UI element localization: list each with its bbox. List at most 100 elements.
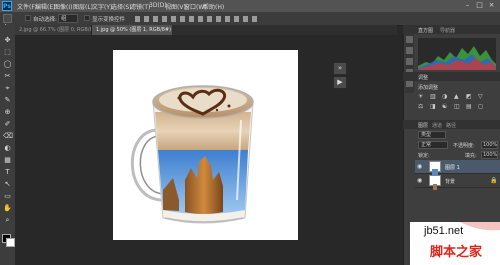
maximize-button[interactable]: □	[475, 1, 484, 10]
adjustment-icon[interactable]: ◻	[478, 103, 483, 110]
align-icon[interactable]	[225, 16, 230, 22]
adjustment-icon[interactable]: ☯	[442, 103, 447, 110]
tool-icon[interactable]: ◐	[3, 144, 12, 153]
menu-item[interactable]: 文字(Y)	[92, 2, 112, 11]
layer-thumbnail	[429, 175, 441, 190]
align-icon[interactable]	[135, 16, 140, 22]
show-transform-label: 显示变换控件	[92, 17, 126, 23]
menu-item[interactable]: 选择(S)	[111, 2, 132, 11]
layer-kind-label: 类型	[421, 132, 432, 138]
brush-icon[interactable]	[406, 58, 413, 65]
adjustments-title: 调整	[418, 75, 429, 81]
auto-select-value: 组	[61, 16, 67, 22]
align-icon[interactable]	[153, 16, 158, 22]
tool-icon[interactable]: ⌫	[3, 132, 13, 141]
adjustments-subtitle: 添加调整	[418, 85, 439, 91]
visibility-eye-icon[interactable]: ◉	[417, 177, 422, 184]
tool-icon[interactable]: ✎	[3, 96, 12, 105]
menu-item[interactable]: 图像(I)	[54, 2, 72, 11]
move-tool-preset-icon[interactable]	[3, 14, 12, 29]
align-icon[interactable]	[171, 16, 176, 22]
document-canvas[interactable]	[113, 50, 298, 240]
align-icon[interactable]	[243, 16, 248, 22]
minimize-button[interactable]: –	[463, 1, 472, 10]
icon-strip	[405, 33, 414, 93]
histogram-graph	[418, 38, 496, 70]
blend-mode-dropdown[interactable]: 正常	[418, 141, 448, 149]
play-action-icon[interactable]: ▶	[333, 76, 347, 89]
tool-icon[interactable]: ✂	[3, 72, 12, 81]
align-icon[interactable]	[207, 16, 212, 22]
tab-1-jpg[interactable]: 1.jpg @ 50% (图层 1, RGB/8#) * ×	[92, 25, 172, 35]
tab-channels[interactable]: 通道	[432, 122, 442, 129]
tool-icon[interactable]: ⊕	[3, 108, 12, 117]
lock-icon: 🔒	[490, 177, 498, 184]
align-icon[interactable]	[189, 16, 194, 22]
adjustment-icon[interactable]: ▥	[430, 93, 436, 100]
watermark-name: 脚本之家	[430, 245, 483, 260]
align-icon[interactable]	[198, 16, 203, 22]
adjustment-icon[interactable]: ⚖	[418, 103, 423, 110]
tool-icon[interactable]: ↖	[3, 180, 12, 189]
tool-icon[interactable]: ▭	[3, 192, 12, 201]
tab-2-jpg[interactable]: 2.jpg @ 66.7% (图层 0, RGB/8) ×	[15, 25, 92, 35]
history-icon[interactable]	[406, 36, 413, 43]
tab-layers[interactable]: 图层	[418, 122, 428, 129]
align-icon[interactable]	[180, 16, 185, 22]
tool-icon[interactable]: ⬚	[3, 48, 12, 57]
paragraph-icon[interactable]	[406, 80, 413, 87]
close-button[interactable]: ×	[487, 1, 496, 10]
lock-label: 锁定:	[418, 153, 430, 159]
tool-icon[interactable]: ⌖	[3, 84, 12, 93]
layer-kind-filter[interactable]: 类型	[418, 131, 446, 139]
fill-field[interactable]: 100%	[481, 151, 498, 159]
coffee-cup-image	[130, 85, 254, 224]
info-icon[interactable]	[406, 47, 413, 54]
fill-label: 填充:	[465, 153, 477, 159]
opacity-field[interactable]: 100%	[481, 141, 498, 149]
auto-select-dropdown[interactable]: 组	[58, 14, 78, 23]
align-icon[interactable]	[162, 16, 167, 22]
visibility-eye-icon[interactable]: ◉	[417, 163, 422, 170]
tab-navigator[interactable]: 导航器	[440, 27, 455, 34]
layer-row-2[interactable]: ◉ 背景 🔒	[415, 174, 500, 190]
adjustment-icon[interactable]: ☀	[418, 93, 423, 100]
adjustment-icon[interactable]: ▲	[454, 93, 459, 100]
tool-icon[interactable]: ✐	[3, 120, 12, 129]
auto-select-label: 自动选择:	[33, 17, 57, 23]
menu-item[interactable]: 视图(V)	[165, 2, 186, 11]
menu-item[interactable]: 编辑(E)	[35, 2, 55, 11]
tab-histogram[interactable]: 直方图	[418, 27, 433, 34]
tool-icon[interactable]: ▦	[3, 156, 12, 165]
blend-mode-value: 正常	[421, 142, 432, 148]
align-icon[interactable]	[216, 16, 221, 22]
menu-item[interactable]: 滤镜(T)	[130, 2, 150, 11]
tool-icon[interactable]: T	[3, 168, 12, 177]
show-transform-checkbox[interactable]	[84, 15, 90, 21]
background-color-swatch[interactable]	[6, 238, 15, 247]
align-icon[interactable]	[252, 16, 257, 22]
panel-collapse-icon[interactable]: »	[333, 62, 347, 75]
layer-thumbnail	[429, 161, 441, 176]
layer-row-1[interactable]: ◉ 图层 1	[415, 160, 500, 176]
layer-name: 背景	[445, 179, 456, 185]
adjustment-icon[interactable]: ▽	[478, 93, 483, 100]
menu-item[interactable]: 帮助(H)	[203, 2, 224, 11]
photoshop-logo: Ps	[2, 1, 12, 11]
align-icon[interactable]	[234, 16, 239, 22]
adjustment-icon[interactable]: ◨	[430, 103, 436, 110]
align-icon[interactable]	[144, 16, 149, 22]
auto-select-checkbox[interactable]	[25, 15, 32, 31]
adjustment-icon[interactable]: ◩	[466, 93, 472, 100]
tab-paths[interactable]: 路径	[446, 122, 456, 129]
adjustment-icon[interactable]: ◑	[442, 93, 447, 100]
tool-icon[interactable]: ✥	[3, 36, 12, 45]
tool-icon[interactable]: ✋	[3, 204, 12, 213]
watermark-site: jb51.net	[424, 225, 464, 237]
tool-icon[interactable]: ◯	[3, 60, 12, 69]
adjustment-icon[interactable]: ▤	[466, 103, 472, 110]
adjustment-icon[interactable]: ◫	[454, 103, 460, 110]
opacity-label: 不透明度:	[453, 143, 475, 149]
tool-icon[interactable]: ⌕	[3, 216, 12, 225]
menu-item[interactable]: 图层(L)	[73, 2, 93, 11]
